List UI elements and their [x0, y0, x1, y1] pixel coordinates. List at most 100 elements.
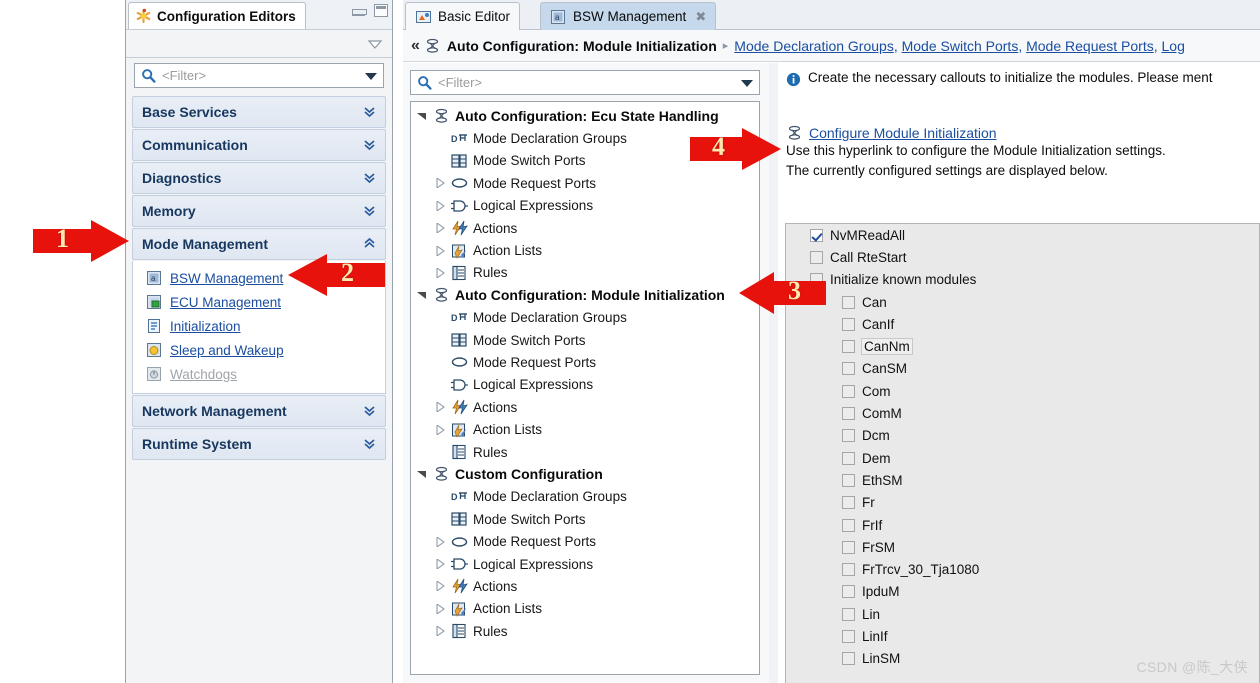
tree-node-child[interactable]: Actions	[411, 217, 759, 239]
checkbox-unchecked-icon[interactable]	[842, 429, 855, 443]
breadcrumb-link-log[interactable]: Log	[1162, 38, 1185, 54]
tree-node-child[interactable]: Actions	[411, 575, 759, 597]
checkbox-unchecked-icon[interactable]	[842, 362, 855, 376]
tree-node-child[interactable]: Mode Request Ports	[411, 530, 759, 552]
checkbox-checked-icon[interactable]	[810, 228, 823, 242]
tree-collapsed-arrow-icon[interactable]	[433, 536, 446, 547]
tree-node-child[interactable]: Action Lists	[411, 418, 759, 440]
checkbox-unchecked-icon[interactable]	[842, 473, 855, 487]
tab-basic-editor[interactable]: Basic Editor	[405, 2, 521, 30]
tree-collapsed-arrow-icon[interactable]	[433, 200, 446, 211]
tab-configuration-editors[interactable]: Configuration Editors	[128, 2, 306, 29]
tree-node-child[interactable]: Mode Request Ports	[411, 172, 759, 194]
checkbox-unchecked-icon[interactable]	[842, 317, 855, 331]
tree-expanded-arrow-icon[interactable]	[415, 469, 428, 479]
tree-node-child[interactable]: D Mode Declaration Groups	[411, 486, 759, 508]
checkbox-unchecked-icon[interactable]	[842, 518, 855, 532]
tree-expanded-arrow-icon[interactable]	[415, 111, 428, 121]
option-row-cannm[interactable]: CanNm	[786, 335, 1259, 357]
option-row-call-rtestart[interactable]: Call RteStart	[786, 246, 1259, 268]
checkbox-unchecked-icon[interactable]	[842, 384, 855, 398]
tree-expanded-arrow-icon[interactable]	[415, 290, 428, 300]
checkbox-unchecked-icon[interactable]	[842, 629, 855, 643]
option-row-frtrcv-30-tja1080[interactable]: FrTrcv_30_Tja1080	[786, 558, 1259, 580]
checkbox-unchecked-icon[interactable]	[842, 563, 855, 577]
checkbox-unchecked-icon[interactable]	[842, 540, 855, 554]
checkbox-unchecked-icon[interactable]	[842, 607, 855, 621]
chevron-double-down-icon[interactable]	[363, 204, 376, 219]
tree-collapsed-arrow-icon[interactable]	[433, 424, 446, 435]
chevron-down-icon[interactable]	[365, 68, 377, 83]
tree-node-child[interactable]: Rules	[411, 441, 759, 463]
tree-collapsed-arrow-icon[interactable]	[433, 626, 446, 637]
tree-node-root[interactable]: Auto Configuration: Module Initializatio…	[411, 284, 759, 306]
sidebar-item-sleep-and-wakeup[interactable]: Sleep and Wakeup	[133, 338, 385, 362]
option-row-ipdum[interactable]: IpduM	[786, 581, 1259, 603]
tree-node-child[interactable]: Mode Switch Ports	[411, 329, 759, 351]
checkbox-unchecked-icon[interactable]	[842, 295, 855, 309]
tree-node-child[interactable]: Rules	[411, 620, 759, 642]
option-row-can[interactable]: Can	[786, 291, 1259, 313]
tree-node-child[interactable]: Rules	[411, 262, 759, 284]
option-row-linif[interactable]: LinIf	[786, 625, 1259, 647]
breadcrumb-link-mode-switch-ports[interactable]: Mode Switch Ports	[902, 38, 1019, 54]
tree-filter-input[interactable]: <Filter>	[410, 70, 760, 95]
checkbox-unchecked-icon[interactable]	[842, 340, 855, 354]
checkbox-unchecked-icon[interactable]	[842, 407, 855, 421]
breadcrumb-link-mode-declaration-groups[interactable]: Mode Declaration Groups	[734, 38, 894, 54]
checkbox-unchecked-icon[interactable]	[842, 652, 855, 666]
breadcrumb-link-mode-request-ports[interactable]: Mode Request Ports	[1026, 38, 1154, 54]
configuration-tree[interactable]: Auto Configuration: Ecu State Handling D M…	[410, 101, 760, 675]
option-row-nvmreadall[interactable]: NvMReadAll	[786, 224, 1259, 246]
breadcrumb-back-button[interactable]: «	[411, 37, 420, 55]
tree-node-child[interactable]: Actions	[411, 396, 759, 418]
chevron-down-icon[interactable]	[741, 75, 753, 90]
option-row-frsm[interactable]: FrSM	[786, 536, 1259, 558]
option-row-comm[interactable]: ComM	[786, 402, 1259, 424]
tree-collapsed-arrow-icon[interactable]	[433, 402, 446, 413]
option-row-canif[interactable]: CanIf	[786, 313, 1259, 335]
configuration-editors-filter[interactable]: <Filter>	[134, 63, 384, 88]
sidebar-category-diagnostics[interactable]: Diagnostics	[132, 162, 386, 194]
chevron-double-up-icon[interactable]	[363, 237, 376, 252]
option-row-fr[interactable]: Fr	[786, 492, 1259, 514]
configure-module-initialization-link[interactable]: Configure Module Initialization	[809, 125, 997, 141]
checkbox-unchecked-icon[interactable]	[842, 585, 855, 599]
tree-collapsed-arrow-icon[interactable]	[433, 223, 446, 234]
close-icon[interactable]: ✖	[695, 9, 706, 25]
tree-collapsed-arrow-icon[interactable]	[433, 581, 446, 592]
option-row-cansm[interactable]: CanSM	[786, 358, 1259, 380]
chevron-double-down-icon[interactable]	[363, 138, 376, 153]
view-menu-chevron-icon[interactable]	[367, 38, 383, 53]
tree-node-child[interactable]: Mode Switch Ports	[411, 508, 759, 530]
sidebar-category-memory[interactable]: Memory	[132, 195, 386, 227]
tree-node-child[interactable]: Action Lists	[411, 598, 759, 620]
sidebar-category-network-management[interactable]: Network Management	[132, 395, 386, 427]
tree-collapsed-arrow-icon[interactable]	[433, 559, 446, 569]
minimize-button[interactable]	[352, 6, 367, 16]
tree-collapsed-arrow-icon[interactable]	[433, 267, 446, 278]
tree-collapsed-arrow-icon[interactable]	[433, 245, 446, 256]
option-row-dcm[interactable]: Dcm	[786, 425, 1259, 447]
option-row-initialize-known-modules[interactable]: Initialize known modules	[786, 269, 1259, 291]
chevron-double-down-icon[interactable]	[363, 437, 376, 452]
option-row-com[interactable]: Com	[786, 380, 1259, 402]
sidebar-item-initialization[interactable]: Initialization	[133, 314, 385, 338]
sidebar-category-communication[interactable]: Communication	[132, 129, 386, 161]
option-row-lin[interactable]: Lin	[786, 603, 1259, 625]
maximize-button[interactable]	[374, 4, 388, 17]
option-row-frif[interactable]: FrIf	[786, 514, 1259, 536]
tree-node-child[interactable]: Logical Expressions	[411, 553, 759, 575]
tree-node-root[interactable]: Custom Configuration	[411, 463, 759, 485]
sidebar-category-base-services[interactable]: Base Services	[132, 96, 386, 128]
checkbox-unchecked-icon[interactable]	[842, 496, 855, 510]
chevron-double-down-icon[interactable]	[363, 171, 376, 186]
tree-node-child[interactable]: D Mode Declaration Groups	[411, 307, 759, 329]
tree-collapsed-arrow-icon[interactable]	[433, 178, 446, 189]
checkbox-unchecked-icon[interactable]	[810, 250, 823, 264]
tree-collapsed-arrow-icon[interactable]	[433, 603, 446, 614]
tree-node-root[interactable]: Auto Configuration: Ecu State Handling	[411, 105, 759, 127]
sidebar-item-watchdogs[interactable]: Watchdogs	[133, 362, 385, 386]
chevron-double-down-icon[interactable]	[363, 404, 376, 419]
tree-node-child[interactable]: Mode Request Ports	[411, 351, 759, 373]
